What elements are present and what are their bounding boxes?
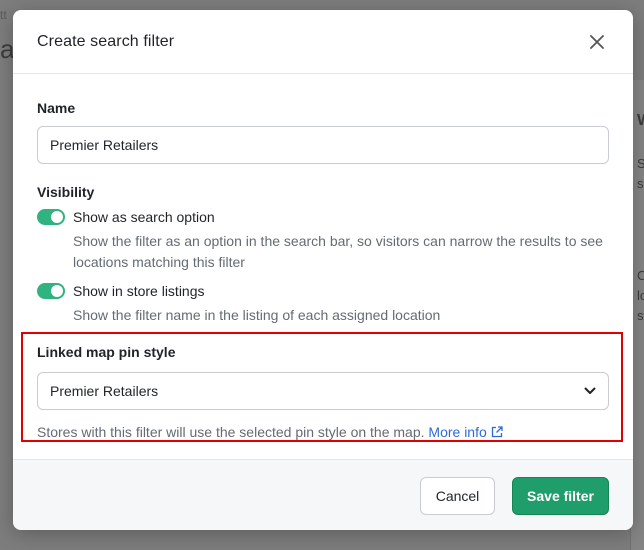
background-text-line: s [637,176,644,191]
dialog-footer: Cancel Save filter [13,459,633,530]
background-text-line: S [637,156,644,171]
pin-style-help: Stores with this filter will use the sel… [37,424,609,440]
show-as-search-option-toggle[interactable] [37,209,65,225]
background-text-line: lo [637,288,644,303]
pin-style-selected-value: Premier Retailers [50,383,159,399]
dialog-title: Create search filter [37,32,175,50]
name-input[interactable] [37,126,609,164]
show-in-store-listings-toggle[interactable] [37,283,65,299]
background-panel-text: C lo st [637,266,644,326]
dialog-header: Create search filter [13,10,633,74]
background-text-line: C [637,268,644,283]
toggle-option-search: Show as search option Show the filter as… [37,209,609,273]
toggle-knob [51,211,63,223]
visibility-label: Visibility [37,184,95,200]
background-breadcrumb: tt [0,8,7,22]
more-info-label: More info [428,424,487,440]
linked-map-pin-style-section: Linked map pin style Premier Retailers S… [37,344,609,440]
show-in-store-listings-label: Show in store listings [73,283,205,299]
create-search-filter-dialog: Create search filter Name Visibility Sho… [13,10,633,530]
chevron-down-icon [584,387,596,394]
close-button[interactable] [585,30,609,54]
close-icon [590,34,604,49]
background-text-line: st [637,308,644,323]
dialog-body: Name Visibility Show as search option Sh… [13,74,633,326]
pin-style-select[interactable]: Premier Retailers [37,372,609,410]
more-info-link[interactable]: More info [428,424,503,440]
pin-style-label: Linked map pin style [37,344,176,360]
show-as-search-option-description: Show the filter as an option in the sear… [73,233,603,270]
external-link-icon [491,426,503,438]
name-label: Name [37,100,76,116]
background-panel-heading: W [637,112,644,130]
toggle-knob [51,285,63,297]
save-filter-button[interactable]: Save filter [512,477,609,515]
show-in-store-listings-description: Show the filter name in the listing of e… [73,307,441,323]
pin-style-help-text: Stores with this filter will use the sel… [37,424,425,440]
cancel-button[interactable]: Cancel [420,477,495,515]
toggle-option-listings: Show in store listings Show the filter n… [37,283,609,326]
show-as-search-option-label: Show as search option [73,209,215,225]
background-panel-text: S s [637,154,644,194]
